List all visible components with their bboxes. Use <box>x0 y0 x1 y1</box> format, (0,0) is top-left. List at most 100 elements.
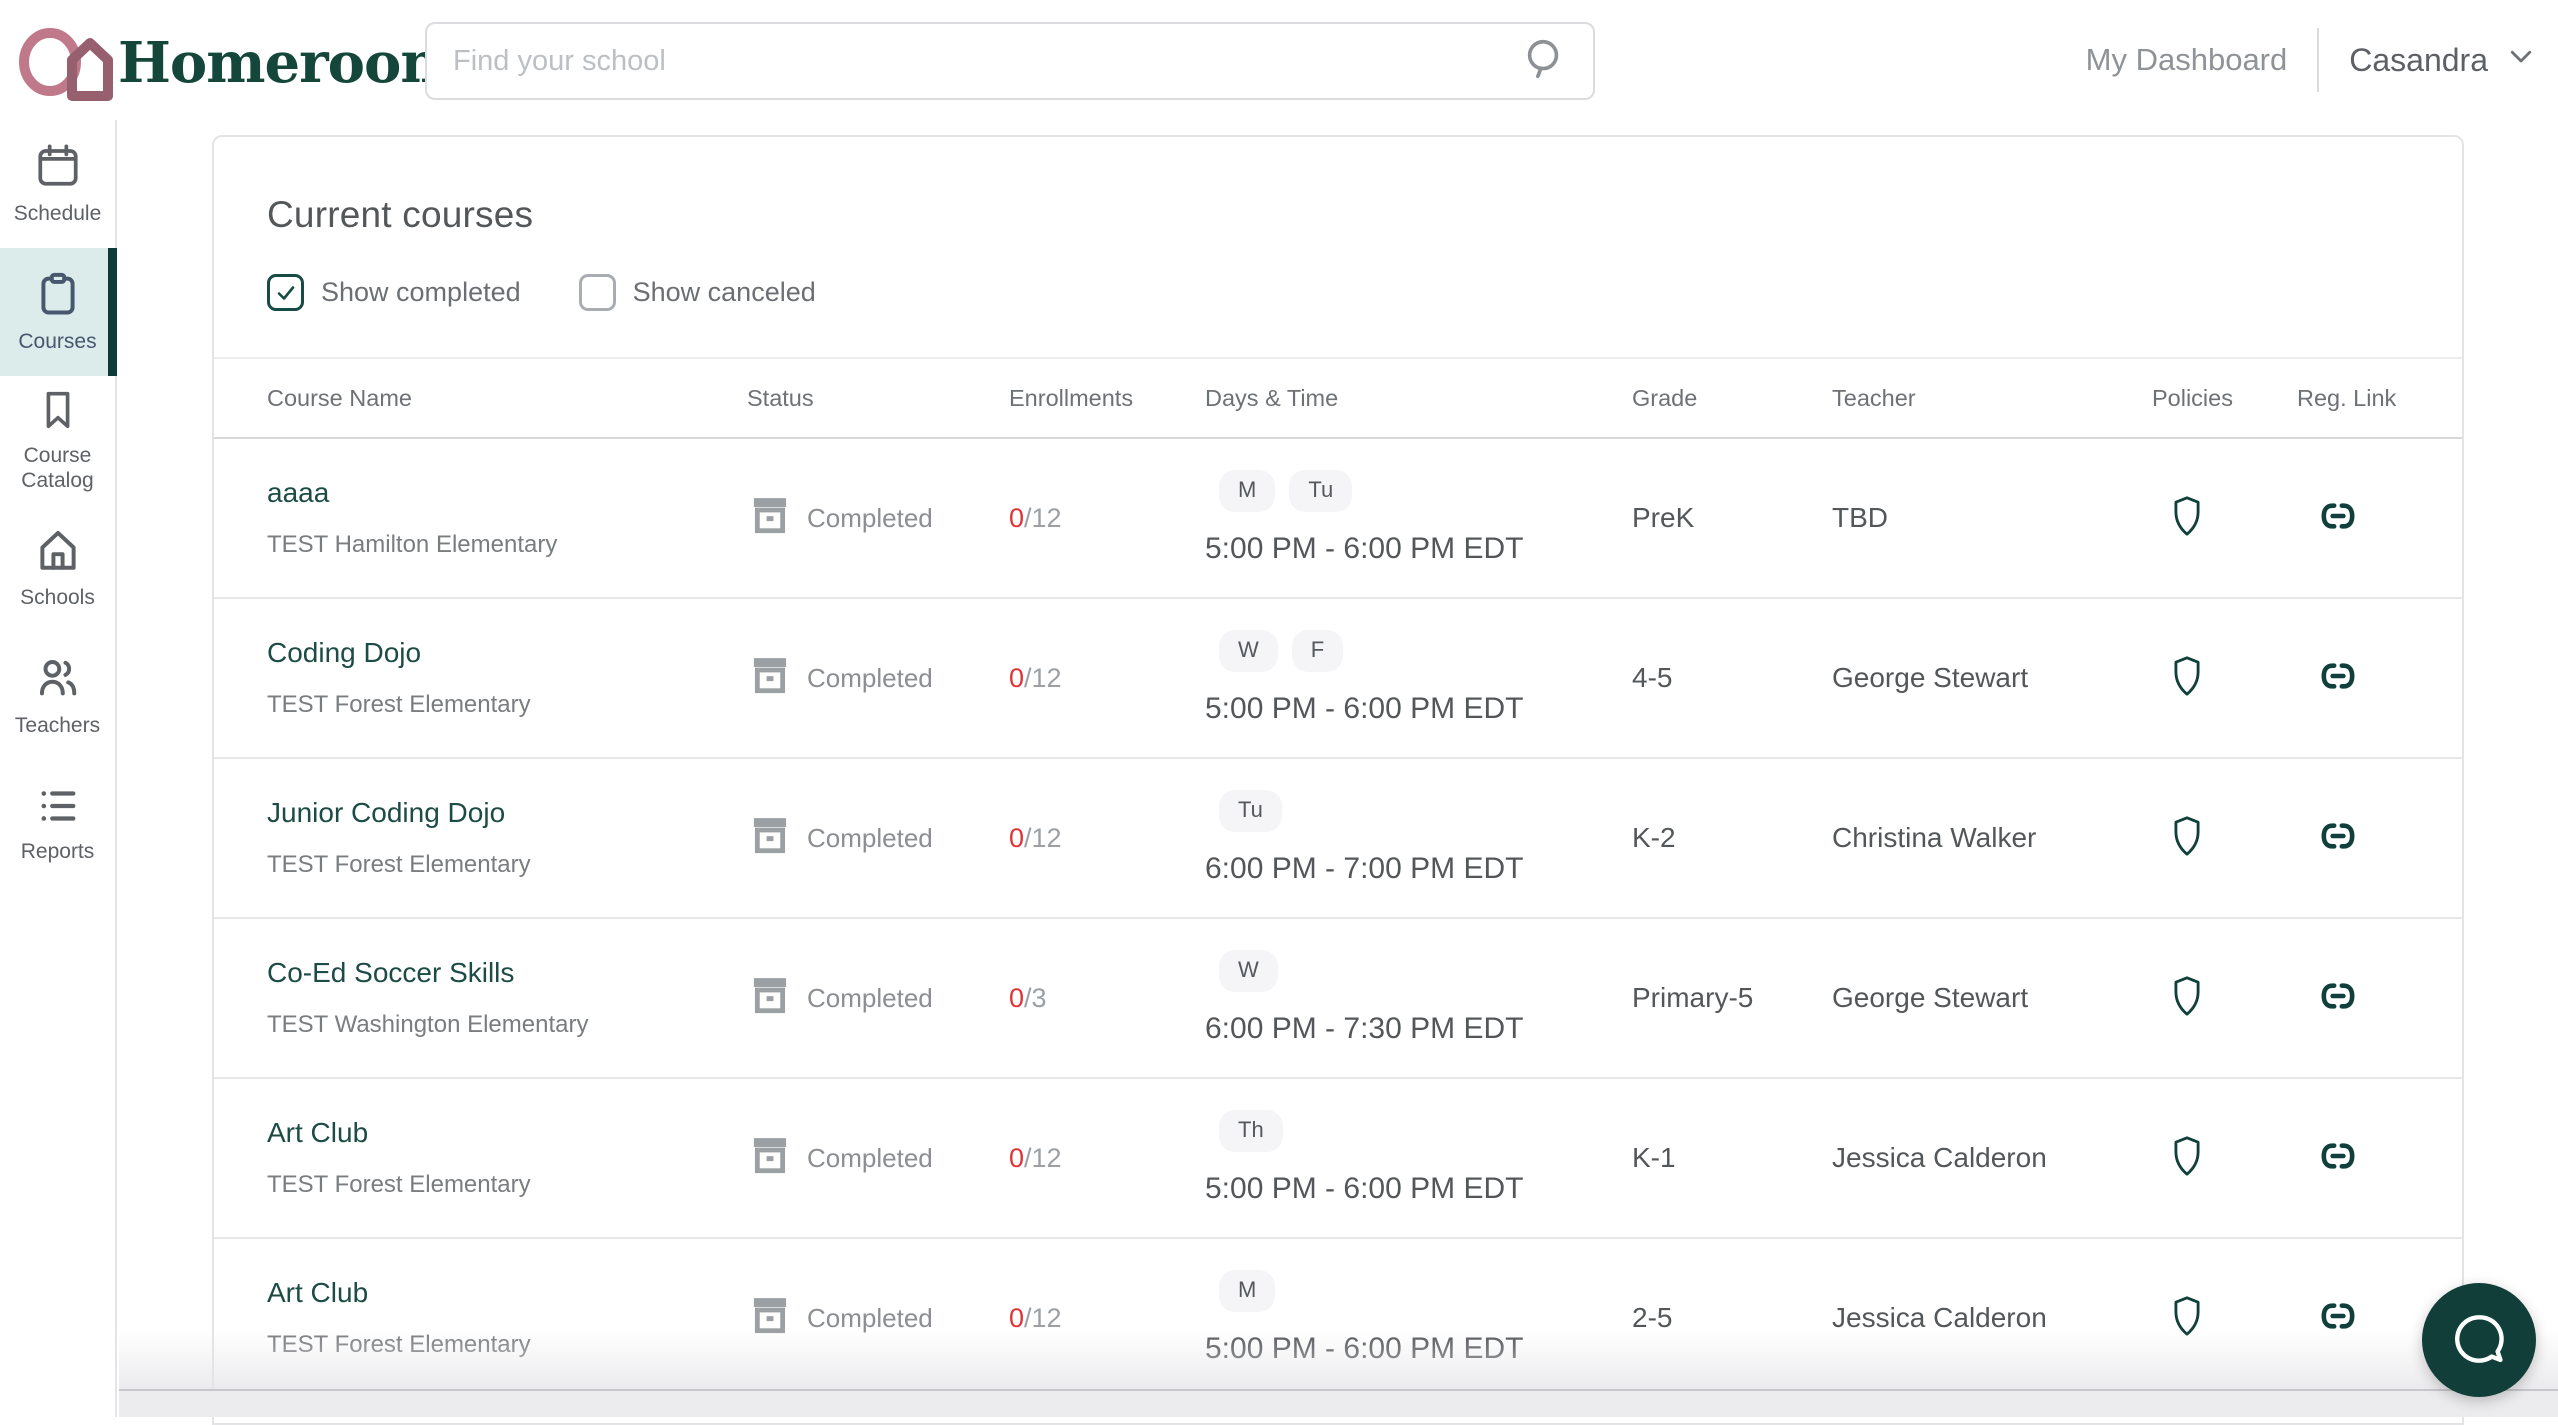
registration-link-icon[interactable] <box>2315 973 2361 1019</box>
archive-box-icon <box>747 972 793 1025</box>
table-row: Art Club TEST Forest Elementary Complete… <box>214 1239 2462 1399</box>
teacher-cell: TBD <box>1832 502 1888 533</box>
policies-shield-button[interactable] <box>2168 493 2206 539</box>
day-pill: Tu <box>1289 470 1353 512</box>
checkbox-show-completed[interactable] <box>267 274 304 311</box>
course-school: TEST Hamilton Elementary <box>267 531 558 558</box>
enrollment-capacity: /12 <box>1024 662 1062 693</box>
archive-box-icon <box>747 492 793 545</box>
course-name-link[interactable]: Junior Coding Dojo <box>267 797 747 829</box>
day-pill: W <box>1219 950 1278 992</box>
clipboard-icon <box>33 269 83 319</box>
policies-shield-button[interactable] <box>2168 813 2206 859</box>
bookmark-icon <box>35 387 81 433</box>
day-pill: Tu <box>1219 790 1282 832</box>
enrollment-capacity: /3 <box>1024 982 1047 1013</box>
table-row: Co-Ed Soccer Skills TEST Washington Elem… <box>214 919 2462 1079</box>
course-name-link[interactable]: Art Club <box>267 1117 747 1149</box>
calendar-icon <box>33 141 83 191</box>
day-pill: Th <box>1219 1110 1283 1152</box>
policies-cell <box>2152 1133 2297 1184</box>
course-cell: Art Club TEST Forest Elementary <box>267 1277 747 1359</box>
sidebar-item-label: Courses <box>18 330 97 354</box>
sidebar-item-course-catalog[interactable]: Course Catalog <box>0 376 115 504</box>
policies-shield-button[interactable] <box>2168 653 2206 699</box>
course-cell: Art Club TEST Forest Elementary <box>267 1117 747 1199</box>
nav-divider <box>2317 28 2320 92</box>
enrolled-count: 0 <box>1009 662 1025 693</box>
registration-link-icon[interactable] <box>2315 1133 2361 1179</box>
col-header-teacher: Teacher <box>1832 384 1916 411</box>
sidebar-item-courses[interactable]: Courses <box>0 248 117 376</box>
day-pill: W <box>1219 630 1278 672</box>
table-row: Junior Coding Dojo TEST Forest Elementar… <box>214 759 2462 919</box>
course-cell: Coding Dojo TEST Forest Elementary <box>267 637 747 719</box>
col-header-course-name: Course Name <box>267 384 412 411</box>
sidebar-item-label: Teachers <box>14 714 101 738</box>
enrollments-cell: 0/12 <box>1009 1303 1205 1334</box>
course-name-link[interactable]: Art Club <box>267 1277 747 1309</box>
course-cell: aaaa TEST Hamilton Elementary <box>267 477 747 559</box>
grade-cell: 2-5 <box>1632 1302 1673 1333</box>
course-name-link[interactable]: Coding Dojo <box>267 637 747 669</box>
time-range: 5:00 PM - 6:00 PM EDT <box>1205 1172 1524 1205</box>
policies-cell <box>2152 1293 2297 1344</box>
homeroom-logo-icon <box>14 16 118 109</box>
filter-show-completed[interactable]: Show completed <box>267 274 521 311</box>
time-range: 6:00 PM - 7:30 PM EDT <box>1205 1012 1524 1045</box>
logo-wordmark: Homeroom <box>118 29 460 96</box>
filter-show-canceled[interactable]: Show canceled <box>578 274 816 311</box>
teacher-cell: George Stewart <box>1832 982 2029 1013</box>
user-menu[interactable]: Casandra <box>2349 41 2536 79</box>
enrollments-cell: 0/12 <box>1009 823 1205 854</box>
days-time-cell: Th 5:00 PM - 6:00 PM EDT <box>1205 1110 1632 1206</box>
current-courses-card: Current courses Show completed Show canc… <box>212 135 2464 1425</box>
sidebar-item-teachers[interactable]: Teachers <box>0 632 115 760</box>
status-cell: Completed <box>747 1132 1009 1185</box>
enrollments-cell: 0/12 <box>1009 503 1205 534</box>
my-dashboard-link[interactable]: My Dashboard <box>2086 42 2288 78</box>
days-time-cell: Tu 6:00 PM - 7:00 PM EDT <box>1205 790 1632 886</box>
sidebar-item-label: Reports <box>20 840 95 864</box>
table-header-row: Course Name Status Enrollments Days & Ti… <box>214 357 2462 439</box>
home-icon <box>33 525 83 575</box>
homeroom-logo[interactable]: Homeroom <box>14 16 460 109</box>
policies-cell <box>2152 653 2297 704</box>
registration-link-icon[interactable] <box>2315 813 2361 859</box>
time-range: 5:00 PM - 6:00 PM EDT <box>1205 1332 1524 1365</box>
horizontal-scrollbar[interactable] <box>119 1389 2558 1417</box>
course-name-link[interactable]: aaaa <box>267 477 747 509</box>
registration-link-icon[interactable] <box>2315 493 2361 539</box>
page-title: Current courses <box>267 194 534 235</box>
col-header-days-time: Days & Time <box>1205 384 1339 411</box>
status-text: Completed <box>807 982 933 1013</box>
day-pills: Th <box>1219 1110 1632 1152</box>
registration-link-icon[interactable] <box>2315 653 2361 699</box>
policies-shield-button[interactable] <box>2168 973 2206 1019</box>
registration-link-icon[interactable] <box>2315 1293 2361 1339</box>
days-time-cell: M Tu 5:00 PM - 6:00 PM EDT <box>1205 470 1632 566</box>
checkbox-show-canceled[interactable] <box>578 274 616 311</box>
sidebar-nav: Schedule Courses Course Catalog Schools … <box>0 120 117 1417</box>
teacher-cell: Jessica Calderon <box>1832 1302 2047 1333</box>
course-name-link[interactable]: Co-Ed Soccer Skills <box>267 957 747 989</box>
status-cell: Completed <box>747 972 1009 1025</box>
days-time-cell: M 5:00 PM - 6:00 PM EDT <box>1205 1270 1632 1366</box>
enrolled-count: 0 <box>1009 502 1025 533</box>
policies-shield-button[interactable] <box>2168 1293 2206 1339</box>
course-cell: Junior Coding Dojo TEST Forest Elementar… <box>267 797 747 879</box>
sidebar-item-schools[interactable]: Schools <box>0 504 115 632</box>
sidebar-item-schedule[interactable]: Schedule <box>0 120 115 248</box>
day-pills: W <box>1219 950 1632 992</box>
grade-cell: 4-5 <box>1632 662 1673 693</box>
policies-shield-button[interactable] <box>2168 1133 2206 1179</box>
help-chat-button[interactable] <box>2422 1283 2536 1397</box>
status-cell: Completed <box>747 652 1009 705</box>
table-row: Coding Dojo TEST Forest Elementary Compl… <box>214 599 2462 759</box>
sidebar-item-label: Schedule <box>13 202 102 226</box>
school-search-input[interactable] <box>453 44 1521 78</box>
grade-cell: K-2 <box>1632 822 1676 853</box>
table-row: Art Club TEST Forest Elementary Complete… <box>214 1079 2462 1239</box>
sidebar-item-reports[interactable]: Reports <box>0 760 115 888</box>
search-icon[interactable] <box>1521 36 1567 87</box>
